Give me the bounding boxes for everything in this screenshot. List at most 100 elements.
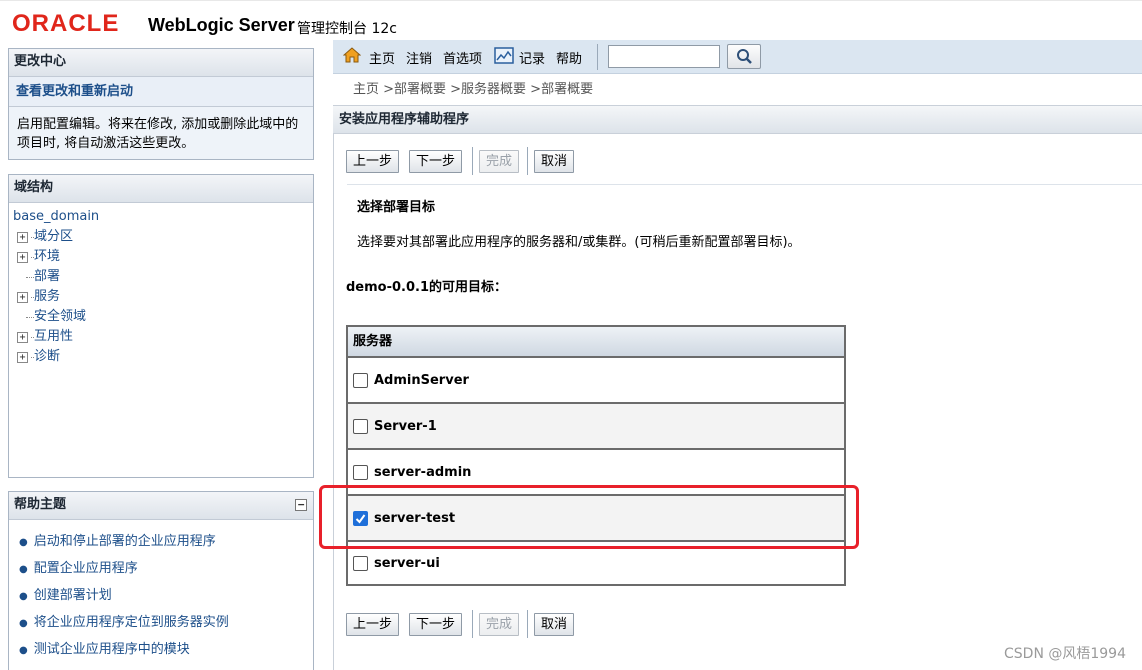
tree-item-label[interactable]: 安全领域 xyxy=(34,307,86,327)
logout-link[interactable]: 注销 xyxy=(406,48,432,67)
help-topic-link[interactable]: ● 测试企业应用程序中的模块 xyxy=(19,636,303,663)
server-checkbox[interactable] xyxy=(353,464,368,480)
record-link[interactable]: 记录 xyxy=(519,48,545,67)
server-row-adminserver[interactable]: AdminServer xyxy=(348,358,844,404)
tree-item-security-realms[interactable]: 安全领域 xyxy=(13,307,309,327)
csdn-watermark: CSDN @风梧1994 xyxy=(1004,646,1126,662)
button-divider xyxy=(472,147,473,175)
tree-item-diagnostics[interactable]: + 诊断 xyxy=(13,347,309,367)
product-name: WebLogic Server xyxy=(148,15,295,35)
finish-button-bottom[interactable]: 完成 xyxy=(479,613,520,636)
console-header: ORACLE WebLogic Server 管理控制台 12c xyxy=(0,0,1142,42)
preferences-link[interactable]: 首选项 xyxy=(443,48,482,67)
tree-item-services[interactable]: + 服务 xyxy=(13,287,309,307)
highlight-annotation xyxy=(319,485,859,549)
server-name: server-admin xyxy=(374,464,472,480)
back-button-bottom[interactable]: 上一步 xyxy=(346,613,400,636)
help-topics-list: ● 启动和停止部署的企业应用程序 ● 配置企业应用程序 ● 创建部署计划 ● 将企业应用… xyxy=(9,520,313,670)
change-center-description: 启用配置编辑。将来在修改, 添加或删除此域中的项目时, 将自动激活这些更改。 xyxy=(9,107,313,159)
record-icon[interactable] xyxy=(494,47,514,64)
product-subtitle: 管理控制台 12c xyxy=(297,21,397,37)
bullet-icon: ● xyxy=(19,618,28,629)
help-topic-link[interactable]: ● 创建部署计划 xyxy=(19,582,303,609)
domain-tree: base_domain + 域分区 + 环境 部署 + 服务 安全领域 + 互用… xyxy=(9,203,313,371)
breadcrumb[interactable]: 主页 >部署概要 >服务器概要 >部署概要 xyxy=(353,78,593,97)
expand-icon[interactable]: + xyxy=(17,231,28,243)
tree-item-label[interactable]: 互用性 xyxy=(34,327,73,347)
section-title: 选择部署目标 xyxy=(357,200,436,215)
view-changes-link[interactable]: 查看更改和重新启动 xyxy=(9,77,313,107)
bullet-icon: ● xyxy=(19,564,28,575)
section-background xyxy=(347,184,1142,264)
help-topics-title-text: 帮助主题 xyxy=(14,497,67,512)
help-topic-label[interactable]: 启动和停止部署的企业应用程序 xyxy=(34,534,216,549)
tree-item-label[interactable]: 服务 xyxy=(34,287,60,307)
tree-item-environment[interactable]: + 环境 xyxy=(13,247,309,267)
help-topic-label[interactable]: 创建部署计划 xyxy=(34,588,112,603)
help-topics-panel: 帮助主题 − ● 启动和停止部署的企业应用程序 ● 配置企业应用程序 ● 创建部署计划… xyxy=(8,491,314,670)
toolbar-divider xyxy=(597,44,598,70)
help-topic-link[interactable]: ● 配置企业应用程序 xyxy=(19,555,303,582)
tree-item-deployments[interactable]: 部署 xyxy=(13,267,309,287)
search-button[interactable] xyxy=(727,44,761,69)
help-topic-label[interactable]: 将企业应用程序定位到服务器实例 xyxy=(34,615,229,630)
oracle-logo: ORACLE xyxy=(12,10,120,37)
tree-connector xyxy=(31,236,34,238)
help-topic-label[interactable]: 测试企业应用程序中的模块 xyxy=(34,642,190,657)
home-icon[interactable] xyxy=(343,46,361,64)
next-button-bottom[interactable]: 下一步 xyxy=(409,613,463,636)
expand-icon[interactable]: + xyxy=(17,291,28,303)
change-center-title: 更改中心 xyxy=(9,49,313,77)
tree-connector xyxy=(26,316,34,318)
change-center-panel: 更改中心 查看更改和重新启动 启用配置编辑。将来在修改, 添加或删除此域中的项目… xyxy=(8,48,314,160)
server-checkbox[interactable] xyxy=(353,555,368,571)
home-link[interactable]: 主页 xyxy=(369,48,395,67)
server-name: server-ui xyxy=(374,555,440,571)
help-topic-link[interactable]: ● 启动和停止部署的企业应用程序 xyxy=(19,528,303,555)
back-button[interactable]: 上一步 xyxy=(346,150,400,173)
section-description: 选择要对其部署此应用程序的服务器和/或集群。(可稍后重新配置部署目标)。 xyxy=(357,235,801,250)
cancel-button-bottom[interactable]: 取消 xyxy=(534,613,575,636)
tree-item-interoperability[interactable]: + 互用性 xyxy=(13,327,309,347)
server-checkbox[interactable] xyxy=(353,418,368,434)
tree-item-label[interactable]: 域分区 xyxy=(34,227,73,247)
help-topics-title: 帮助主题 − xyxy=(9,492,313,520)
help-topic-link[interactable]: ● 将企业应用程序定位到服务器实例 xyxy=(19,609,303,636)
next-button[interactable]: 下一步 xyxy=(409,150,463,173)
domain-structure-title: 域结构 xyxy=(9,175,313,203)
server-checkbox[interactable] xyxy=(353,372,368,388)
button-divider xyxy=(527,610,528,638)
button-divider xyxy=(472,610,473,638)
tree-root-base-domain[interactable]: base_domain xyxy=(13,207,309,227)
tree-item-label[interactable]: 诊断 xyxy=(34,347,60,367)
targets-label: demo-0.0.1的可用目标： xyxy=(346,280,508,295)
global-toolbar: 主页 注销 首选项 记录 帮助 xyxy=(333,40,1142,74)
tree-item-label[interactable]: 环境 xyxy=(34,247,60,267)
cancel-button[interactable]: 取消 xyxy=(534,150,575,173)
tree-connector xyxy=(31,336,34,338)
finish-button[interactable]: 完成 xyxy=(479,150,520,173)
search-input[interactable] xyxy=(608,45,720,68)
server-row-server-1[interactable]: Server-1 xyxy=(348,404,844,450)
expand-icon[interactable]: + xyxy=(17,331,28,343)
bullet-icon: ● xyxy=(19,591,28,602)
button-divider xyxy=(527,147,528,175)
bullet-icon: ● xyxy=(19,645,28,656)
tree-item-label[interactable]: 部署 xyxy=(34,267,60,287)
collapse-icon[interactable]: − xyxy=(295,499,307,511)
expand-icon[interactable]: + xyxy=(17,351,28,363)
tree-connector xyxy=(31,296,34,298)
table-header: 服务器 xyxy=(348,327,844,358)
help-topic-label[interactable]: 配置企业应用程序 xyxy=(34,561,138,576)
tree-connector xyxy=(26,276,34,278)
server-name: Server-1 xyxy=(374,418,437,434)
server-name: AdminServer xyxy=(374,372,469,388)
page-title: 安装应用程序辅助程序 xyxy=(333,105,1142,134)
tree-connector xyxy=(31,356,34,358)
tree-connector xyxy=(31,256,34,258)
help-link[interactable]: 帮助 xyxy=(556,48,582,67)
expand-icon[interactable]: + xyxy=(17,251,28,263)
bullet-icon: ● xyxy=(19,537,28,548)
domain-structure-panel: 域结构 base_domain + 域分区 + 环境 部署 + 服务 安全领域 … xyxy=(8,174,314,478)
tree-item-domain-partitions[interactable]: + 域分区 xyxy=(13,227,309,247)
